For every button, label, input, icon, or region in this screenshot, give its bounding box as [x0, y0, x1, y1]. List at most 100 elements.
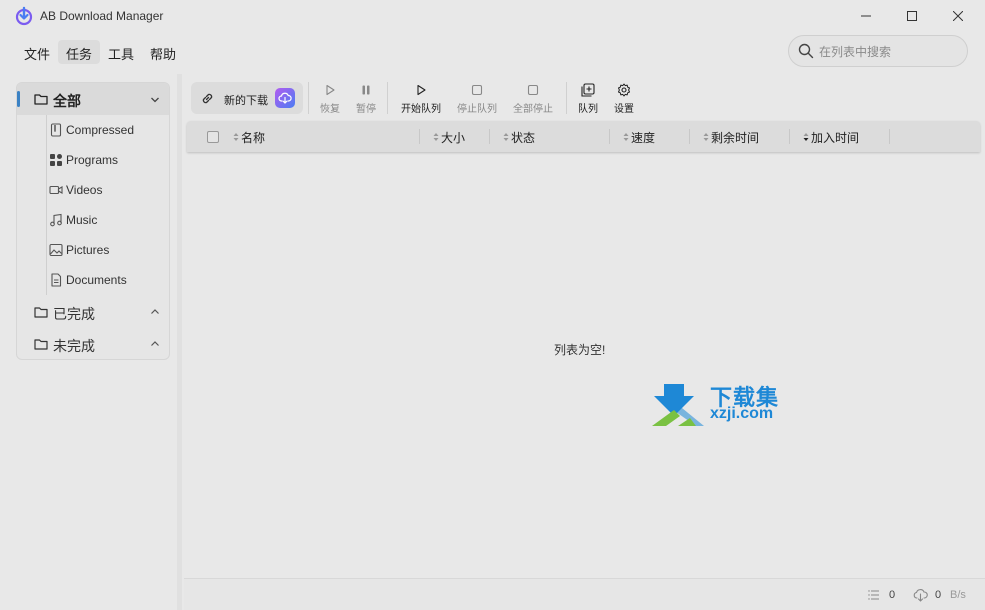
sort-icon — [623, 133, 629, 141]
column-label: 状态 — [511, 131, 536, 145]
speed-unit: B/s — [950, 589, 966, 601]
folder-icon — [34, 94, 48, 105]
gear-icon — [618, 83, 630, 97]
sidebar-item-label: 已完成 — [53, 306, 95, 322]
sort-desc-icon — [803, 133, 809, 141]
column-label: 剩余时间 — [711, 131, 760, 145]
column-header-time-left[interactable]: 剩余时间 — [703, 121, 789, 152]
folder-icon — [34, 307, 48, 318]
sidebar-item-label: 全部 — [53, 93, 81, 109]
minimize-icon — [861, 15, 871, 17]
pause-button[interactable]: 暂停 — [338, 82, 394, 115]
sidebar-item-compressed[interactable]: Compressed — [46, 115, 166, 145]
new-download-label: 新的下载 — [224, 95, 268, 107]
settings-label: 设置 — [614, 104, 634, 115]
column-label: 速度 — [631, 131, 656, 145]
pause-label: 暂停 — [356, 104, 376, 115]
chevron-up-icon[interactable] — [150, 339, 160, 349]
sort-icon — [433, 133, 439, 141]
search-icon — [798, 43, 814, 59]
sidebar-item-unfinished[interactable]: 未完成 — [17, 329, 169, 359]
sidebar-item-label: Compressed — [66, 123, 135, 137]
sidebar-item-label: Programs — [66, 153, 119, 167]
empty-list-message: 列表为空! — [554, 343, 606, 357]
document-icon — [51, 273, 62, 287]
chevron-up-icon[interactable] — [150, 307, 160, 317]
start-queue-label: 开始队列 — [401, 104, 441, 115]
column-header-name[interactable]: 名称 — [233, 121, 419, 152]
cloud-download-icon — [913, 589, 928, 602]
start-queue-button[interactable]: 开始队列 — [393, 82, 449, 115]
picture-icon — [49, 243, 63, 257]
toolbar-separator — [387, 82, 388, 114]
column-header-size[interactable]: 大小 — [433, 121, 489, 152]
sidebar-item-label: Videos — [66, 183, 103, 197]
sidebar-item-pictures[interactable]: Pictures — [46, 235, 166, 265]
stop-queue-button[interactable]: 停止队列 — [449, 82, 505, 115]
search-box — [788, 35, 968, 67]
menu-tools[interactable]: 工具 — [100, 40, 142, 64]
chevron-down-icon[interactable] — [150, 95, 160, 105]
menu-bar: 文件 任务 工具 帮助 — [16, 40, 184, 64]
sort-icon — [503, 133, 509, 141]
sidebar-item-completed[interactable]: 已完成 — [17, 297, 169, 327]
video-icon — [49, 185, 63, 195]
sort-icon — [703, 133, 709, 141]
link-icon — [202, 93, 213, 104]
stop-icon — [527, 84, 539, 96]
sidebar-splitter[interactable] — [177, 74, 182, 610]
music-note-icon — [50, 213, 62, 227]
play-icon — [417, 84, 426, 96]
table-header: 名称 大小 状态 速度 剩余时间 加入时间 — [187, 121, 980, 152]
sidebar-item-label: Documents — [66, 273, 127, 287]
column-label: 加入时间 — [811, 131, 860, 145]
menu-tasks[interactable]: 任务 — [58, 40, 101, 64]
stop-all-button[interactable]: 全部停止 — [505, 82, 561, 115]
column-header-date-added[interactable]: 加入时间 — [803, 121, 889, 152]
maximize-icon — [907, 11, 917, 21]
queue-icon — [581, 83, 595, 97]
select-all-checkbox[interactable] — [207, 131, 219, 143]
download-count: 0 — [889, 589, 896, 601]
status-bar: 0 0 B/s — [184, 578, 985, 610]
stop-all-label: 全部停止 — [513, 104, 553, 115]
active-indicator — [17, 91, 20, 107]
sidebar-item-music[interactable]: Music — [46, 205, 166, 235]
column-header-status[interactable]: 状态 — [503, 121, 609, 152]
title-bar: AB Download Manager — [0, 0, 985, 32]
search-input[interactable] — [819, 43, 959, 61]
new-download-button[interactable]: 新的下载 — [191, 82, 303, 114]
sidebar-item-programs[interactable]: Programs — [46, 145, 166, 175]
column-header-speed[interactable]: 速度 — [623, 121, 689, 152]
apps-icon — [50, 154, 62, 166]
menu-file[interactable]: 文件 — [16, 40, 58, 64]
sidebar-item-label: Music — [66, 213, 98, 227]
pause-icon — [362, 85, 370, 95]
app-logo-icon — [15, 6, 33, 26]
settings-button[interactable]: 设置 — [596, 82, 652, 115]
close-icon — [953, 11, 963, 21]
category-sidebar: 全部 Compressed Programs Videos Music Pict… — [16, 82, 170, 360]
watermark-text-en: xzji.com — [710, 405, 774, 422]
menu-help[interactable]: 帮助 — [142, 40, 184, 64]
download-speed: 0 — [935, 589, 942, 601]
sidebar-item-all[interactable]: 全部 — [17, 83, 169, 115]
column-label: 名称 — [241, 131, 266, 145]
stop-icon — [471, 84, 483, 96]
app-title: AB Download Manager — [40, 9, 164, 23]
list-icon — [868, 590, 879, 600]
sidebar-item-videos[interactable]: Videos — [46, 175, 166, 205]
sidebar-item-documents[interactable]: Documents — [46, 265, 166, 295]
folder-icon — [34, 339, 48, 350]
cloud-download-icon[interactable] — [275, 88, 295, 108]
sidebar-item-label: 未完成 — [53, 338, 95, 354]
play-icon — [326, 84, 335, 96]
maximize-button[interactable] — [889, 0, 935, 32]
close-button[interactable] — [935, 0, 981, 32]
column-label: 大小 — [441, 131, 466, 145]
minimize-button[interactable] — [843, 0, 889, 32]
sort-icon — [233, 133, 239, 141]
zip-file-icon — [50, 123, 62, 137]
sidebar-item-label: Pictures — [66, 243, 110, 257]
stop-queue-label: 停止队列 — [457, 104, 497, 115]
